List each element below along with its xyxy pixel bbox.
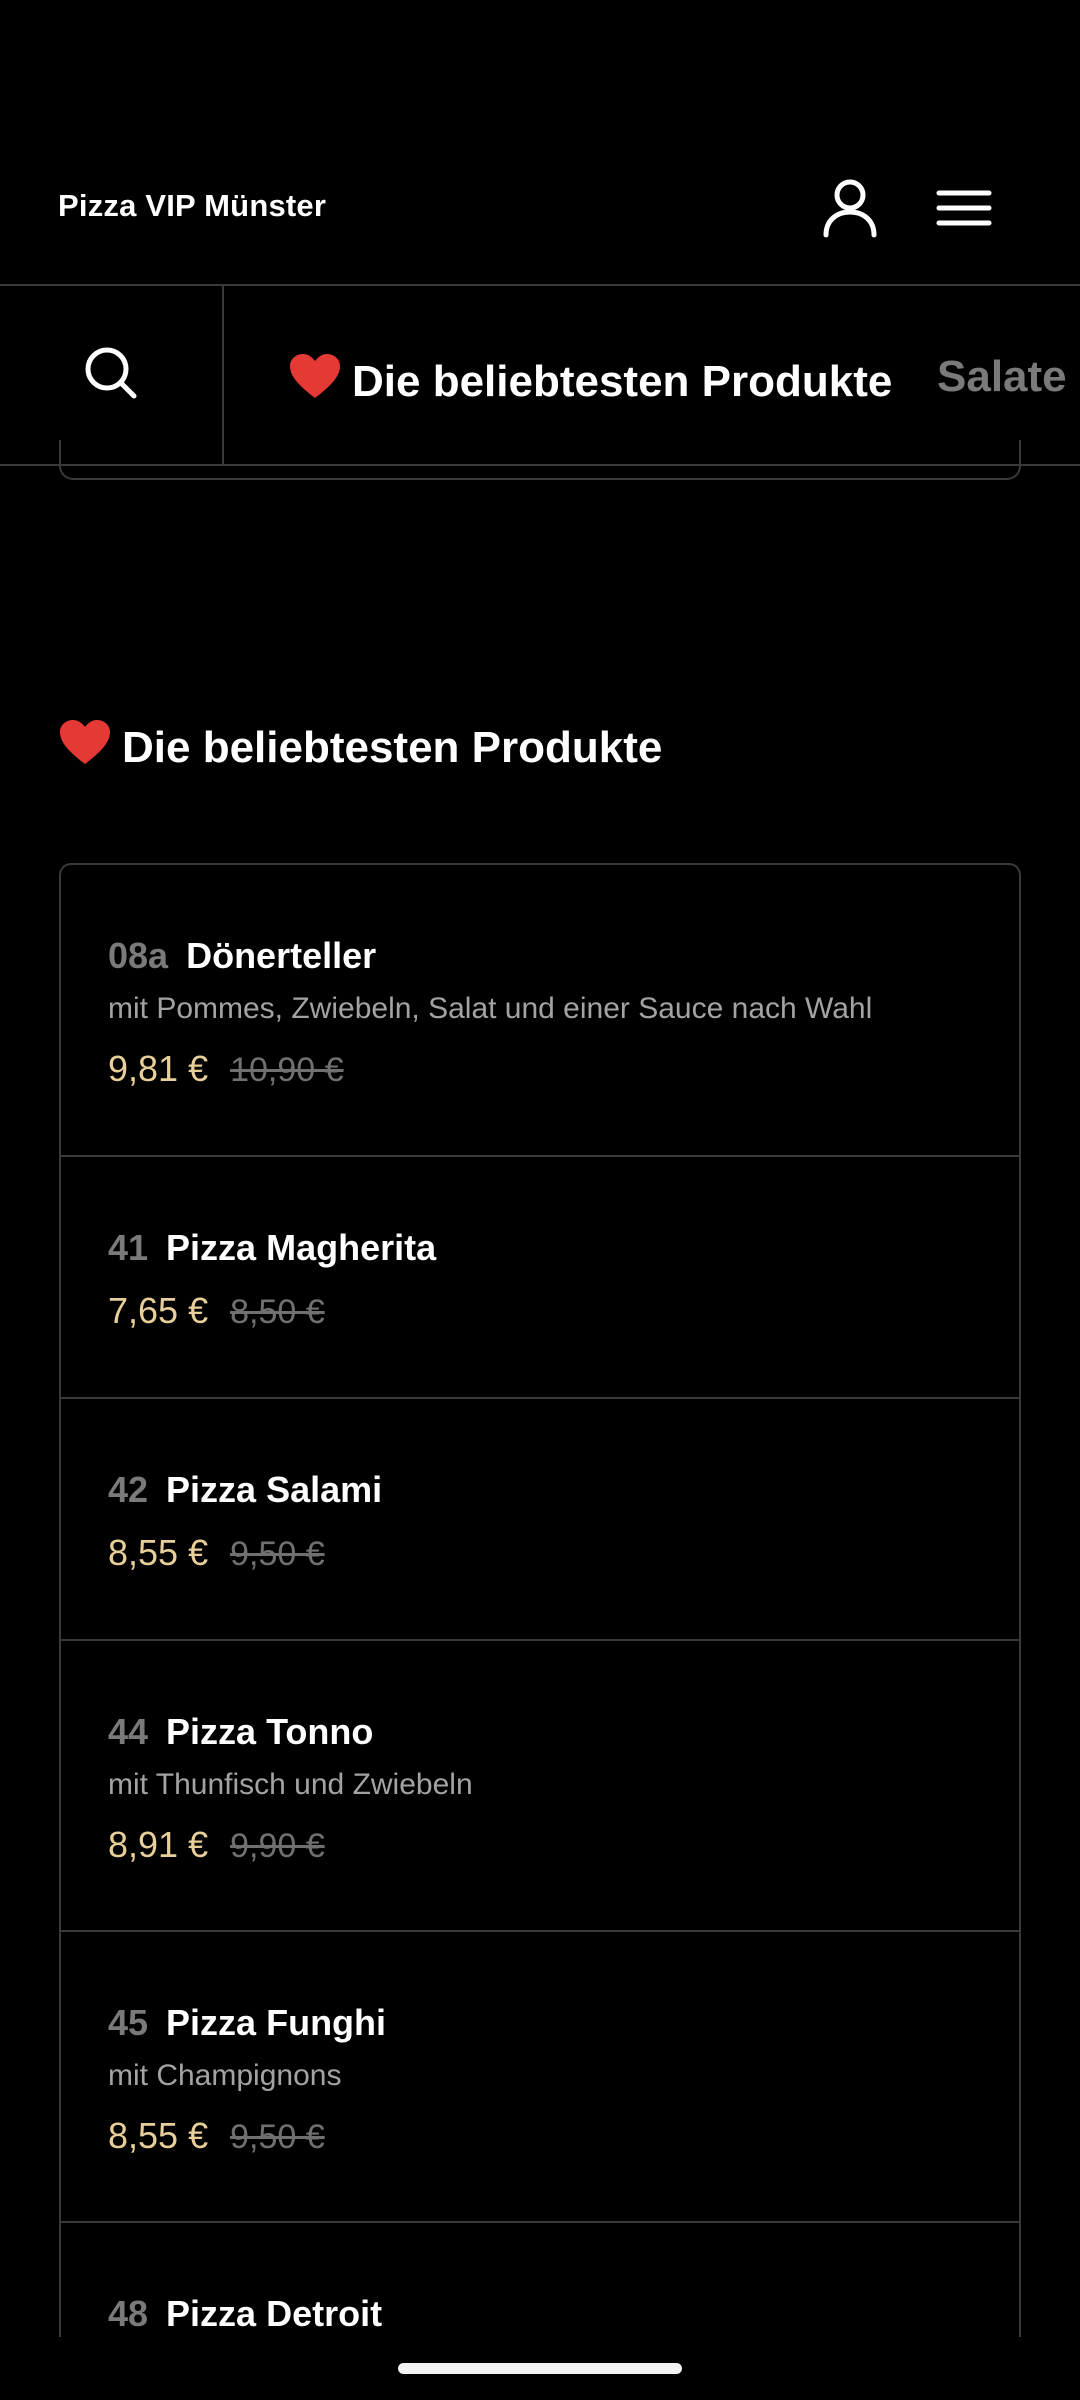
tab-salate[interactable]: Salate xyxy=(937,352,1067,402)
app-header: Pizza VIP Münster xyxy=(0,0,1080,286)
product-list: 08a Dönerteller mit Pommes, Zwiebeln, Sal… xyxy=(59,863,1021,2337)
product-heading: 08a Dönerteller xyxy=(108,935,376,977)
category-bar: Die beliebtesten Produkte Salate xyxy=(0,286,1080,466)
product-heading: 48 Pizza Detroit xyxy=(108,2293,382,2335)
product-old-price: 8,50 € xyxy=(230,1293,325,1331)
product-number: 42 xyxy=(108,1469,149,1510)
product-description: mit Pommes, Zwiebeln, Salat und einer Sa… xyxy=(108,992,873,1025)
product-name: Pizza Magherita xyxy=(166,1227,437,1268)
gesture-navigation-bar[interactable] xyxy=(398,2363,682,2374)
product-price: 8,55 € xyxy=(108,2115,209,2156)
product-heading: 42 Pizza Salami xyxy=(108,1469,382,1511)
product-old-price: 10,90 € xyxy=(230,1051,344,1089)
product-price: 7,65 € xyxy=(108,1290,209,1331)
product-prices: 8,91 € 9,90 € xyxy=(108,1824,325,1866)
product-old-price: 9,50 € xyxy=(230,1535,325,1573)
product-heading: 44 Pizza Tonno xyxy=(108,1711,373,1753)
product-item[interactable]: 41 Pizza Magherita 7,65 € 8,50 € xyxy=(61,1157,1019,1399)
section-title: Die beliebtesten Produkte xyxy=(58,718,662,777)
section-title-text: Die beliebtesten Produkte xyxy=(122,723,663,772)
product-item[interactable]: 42 Pizza Salami 8,55 € 9,50 € xyxy=(61,1399,1019,1641)
product-number: 45 xyxy=(108,2002,149,2043)
product-heading: 41 Pizza Magherita xyxy=(108,1227,436,1269)
product-number: 41 xyxy=(108,1227,149,1268)
product-old-price: 9,50 € xyxy=(230,2118,325,2156)
product-name: Pizza Funghi xyxy=(166,2002,387,2043)
product-prices: 8,55 € 9,50 € xyxy=(108,2115,325,2157)
product-item[interactable]: 45 Pizza Funghi mit Champignons 8,55 € 9,5… xyxy=(61,1932,1019,2223)
product-item[interactable]: 08a Dönerteller mit Pommes, Zwiebeln, Sal… xyxy=(61,865,1019,1157)
product-prices: 9,81 € 10,90 € xyxy=(108,1048,344,1090)
product-name: Dönerteller xyxy=(186,935,377,976)
product-description: mit Champignons xyxy=(108,2059,342,2092)
product-number: 08a xyxy=(108,935,169,976)
product-item[interactable]: 44 Pizza Tonno mit Thunfisch und Zwiebeln… xyxy=(61,1641,1019,1932)
product-price: 8,55 € xyxy=(108,1532,209,1573)
product-price: 9,81 € xyxy=(108,1048,209,1089)
tab-label: Die beliebtesten Produkte xyxy=(352,357,893,406)
product-item[interactable]: 48 Pizza Detroit xyxy=(61,2223,1019,2337)
product-heading: 45 Pizza Funghi xyxy=(108,2002,386,2044)
heart-icon xyxy=(288,352,342,411)
product-name: Pizza Salami xyxy=(166,1469,383,1510)
product-prices: 7,65 € 8,50 € xyxy=(108,1290,325,1332)
search-icon xyxy=(84,346,138,405)
previous-card-edge xyxy=(59,440,1021,480)
product-price: 8,91 € xyxy=(108,1824,209,1865)
tab-beliebteste-produkte[interactable]: Die beliebtesten Produkte xyxy=(288,352,892,411)
product-number: 44 xyxy=(108,1711,149,1752)
user-icon[interactable] xyxy=(818,176,882,240)
product-number: 48 xyxy=(108,2293,149,2334)
product-prices: 8,55 € 9,50 € xyxy=(108,1532,325,1574)
heart-icon xyxy=(58,718,112,777)
store-name[interactable]: Pizza VIP Münster xyxy=(58,188,326,224)
hamburger-menu-icon[interactable] xyxy=(932,176,996,240)
product-old-price: 9,90 € xyxy=(230,1827,325,1865)
product-name: Pizza Detroit xyxy=(166,2293,383,2334)
product-description: mit Thunfisch und Zwiebeln xyxy=(108,1768,473,1801)
search-button[interactable] xyxy=(0,286,224,464)
product-name: Pizza Tonno xyxy=(166,1711,374,1752)
